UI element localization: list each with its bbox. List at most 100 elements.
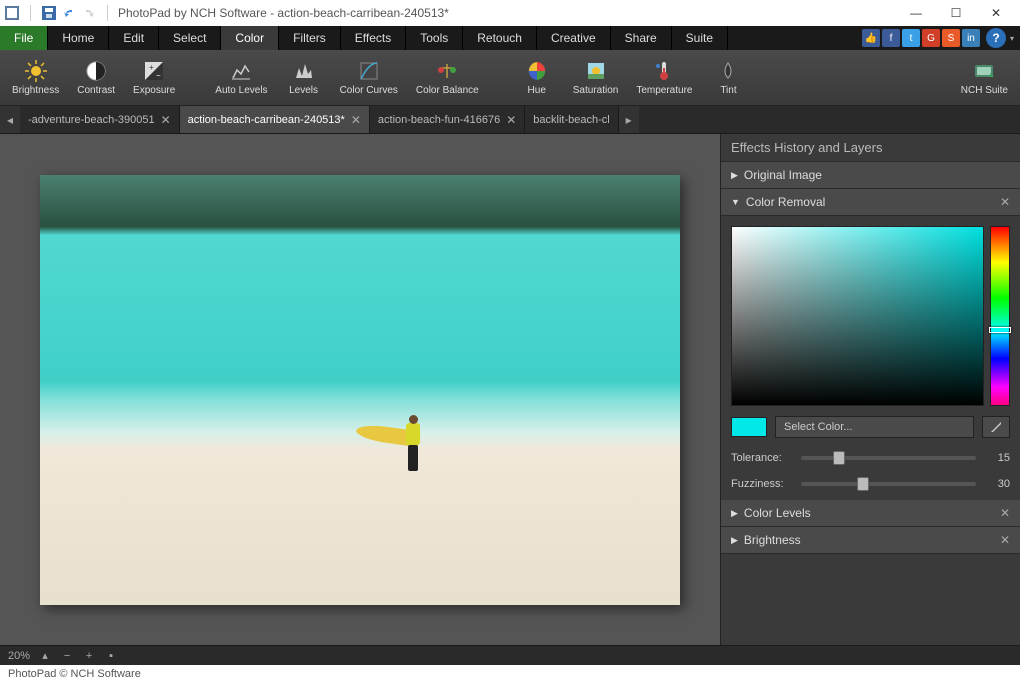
contrast-icon: [84, 59, 108, 83]
divider: [30, 5, 31, 21]
redo-icon[interactable]: [81, 5, 97, 21]
levels-icon: [292, 59, 316, 83]
document-tab[interactable]: action-beach-fun-416676✕: [370, 106, 525, 133]
help-icon[interactable]: ?: [986, 28, 1006, 48]
menu-suite[interactable]: Suite: [672, 26, 728, 50]
chevron-right-icon: ▶: [731, 170, 738, 181]
social-icons: 👍 f t G S in ? ▾: [862, 26, 1020, 50]
image-canvas[interactable]: [40, 175, 680, 605]
chevron-right-icon: ▶: [731, 535, 738, 546]
help-dropdown-icon[interactable]: ▾: [1010, 34, 1014, 43]
menu-tools[interactable]: Tools: [406, 26, 463, 50]
quick-access-toolbar: [4, 5, 114, 21]
fuzziness-label: Fuzziness:: [731, 478, 791, 490]
menu-filters[interactable]: Filters: [279, 26, 341, 50]
menu-home[interactable]: Home: [48, 26, 109, 50]
temperature-icon: [652, 59, 676, 83]
menu-edit[interactable]: Edit: [109, 26, 159, 50]
linkedin-icon[interactable]: in: [962, 29, 980, 47]
tool-colorcurves[interactable]: Color Curves: [332, 52, 406, 104]
menu-color[interactable]: Color: [221, 26, 279, 50]
zoom-in-button[interactable]: +: [82, 650, 96, 662]
tolerance-slider[interactable]: [801, 456, 976, 460]
tolerance-label: Tolerance:: [731, 452, 791, 464]
menu-effects[interactable]: Effects: [341, 26, 406, 50]
eyedropper-button[interactable]: [982, 416, 1010, 438]
fuzziness-slider[interactable]: [801, 482, 976, 486]
menubar: File Home Edit Select Color Filters Effe…: [0, 26, 1020, 50]
color-swatch: [731, 417, 767, 437]
tab-scroll-right[interactable]: ▸: [619, 106, 639, 133]
slider-thumb[interactable]: [857, 477, 869, 491]
document-tab[interactable]: -adventure-beach-390051✕: [20, 106, 180, 133]
tool-saturation[interactable]: Saturation: [565, 52, 627, 104]
color-removal-body: Select Color... Tolerance: 15 Fuzziness:…: [721, 216, 1020, 500]
thumbsup-icon[interactable]: 👍: [862, 29, 880, 47]
fuzziness-value: 30: [986, 478, 1010, 490]
tool-colorbalance[interactable]: Color Balance: [408, 52, 487, 104]
hue-thumb[interactable]: [989, 327, 1011, 333]
section-original-image[interactable]: ▶Original Image: [721, 162, 1020, 189]
image-subject: [398, 415, 426, 485]
colorcurves-icon: [357, 59, 381, 83]
tool-tint[interactable]: Tint: [702, 52, 754, 104]
hue-slider[interactable]: [990, 226, 1010, 406]
footer-text: PhotoPad © NCH Software: [8, 668, 141, 680]
panel-title: Effects History and Layers: [721, 134, 1020, 162]
google-icon[interactable]: G: [922, 29, 940, 47]
titlebar: PhotoPad by NCH Software - action-beach-…: [0, 0, 1020, 26]
menu-file[interactable]: File: [0, 26, 48, 50]
zoom-out-button[interactable]: −: [60, 650, 74, 662]
tab-scroll-left[interactable]: ◂: [0, 106, 20, 133]
stumble-icon[interactable]: S: [942, 29, 960, 47]
tool-nch-suite[interactable]: NCH Suite: [953, 52, 1016, 104]
close-icon[interactable]: ✕: [1000, 506, 1010, 520]
twitter-icon[interactable]: t: [902, 29, 920, 47]
save-icon[interactable]: [41, 5, 57, 21]
close-icon[interactable]: ✕: [161, 113, 171, 127]
app-icon[interactable]: [4, 5, 20, 21]
facebook-icon[interactable]: f: [882, 29, 900, 47]
canvas-area[interactable]: [0, 134, 720, 645]
section-color-removal[interactable]: ▼Color Removal✕: [721, 189, 1020, 216]
tool-temperature[interactable]: Temperature: [628, 52, 700, 104]
document-tab[interactable]: backlit-beach-cl: [525, 106, 618, 133]
toolbar: Brightness Contrast +− Exposure Auto Lev…: [0, 50, 1020, 106]
undo-icon[interactable]: [61, 5, 77, 21]
footer: PhotoPad © NCH Software: [0, 665, 1020, 683]
zoom-actual-button[interactable]: ▪: [104, 650, 118, 662]
menu-share[interactable]: Share: [611, 26, 672, 50]
nch-suite-icon: [972, 59, 996, 83]
chevron-down-icon: ▼: [731, 197, 740, 207]
menu-select[interactable]: Select: [159, 26, 221, 50]
close-icon[interactable]: ✕: [1000, 533, 1010, 547]
tool-contrast[interactable]: Contrast: [69, 52, 123, 104]
tool-levels[interactable]: Levels: [278, 52, 330, 104]
select-color-button[interactable]: Select Color...: [775, 416, 974, 438]
slider-thumb[interactable]: [833, 451, 845, 465]
close-icon[interactable]: ✕: [351, 113, 361, 127]
autolevels-icon: [229, 59, 253, 83]
tool-autolevels[interactable]: Auto Levels: [207, 52, 275, 104]
color-field[interactable]: [731, 226, 984, 406]
menu-retouch[interactable]: Retouch: [463, 26, 537, 50]
tool-hue[interactable]: Hue: [511, 52, 563, 104]
tool-exposure[interactable]: +− Exposure: [125, 52, 183, 104]
close-icon[interactable]: ✕: [506, 113, 516, 127]
section-color-levels[interactable]: ▶Color Levels✕: [721, 500, 1020, 527]
minimize-button[interactable]: —: [896, 0, 936, 26]
zoom-fit-button[interactable]: ▴: [38, 649, 52, 662]
saturation-icon: [584, 59, 608, 83]
document-tab[interactable]: action-beach-carribean-240513*✕: [180, 106, 370, 133]
close-button[interactable]: ✕: [976, 0, 1016, 26]
window-title: PhotoPad by NCH Software - action-beach-…: [118, 6, 449, 20]
tolerance-value: 15: [986, 452, 1010, 464]
tool-brightness[interactable]: Brightness: [4, 52, 67, 104]
section-brightness[interactable]: ▶Brightness✕: [721, 527, 1020, 554]
close-icon[interactable]: ✕: [1000, 195, 1010, 209]
svg-text:+: +: [149, 63, 154, 72]
menu-creative[interactable]: Creative: [537, 26, 611, 50]
effects-panel: Effects History and Layers ▶Original Ima…: [720, 134, 1020, 645]
document-tabs: ◂ -adventure-beach-390051✕ action-beach-…: [0, 106, 1020, 134]
maximize-button[interactable]: ☐: [936, 0, 976, 26]
